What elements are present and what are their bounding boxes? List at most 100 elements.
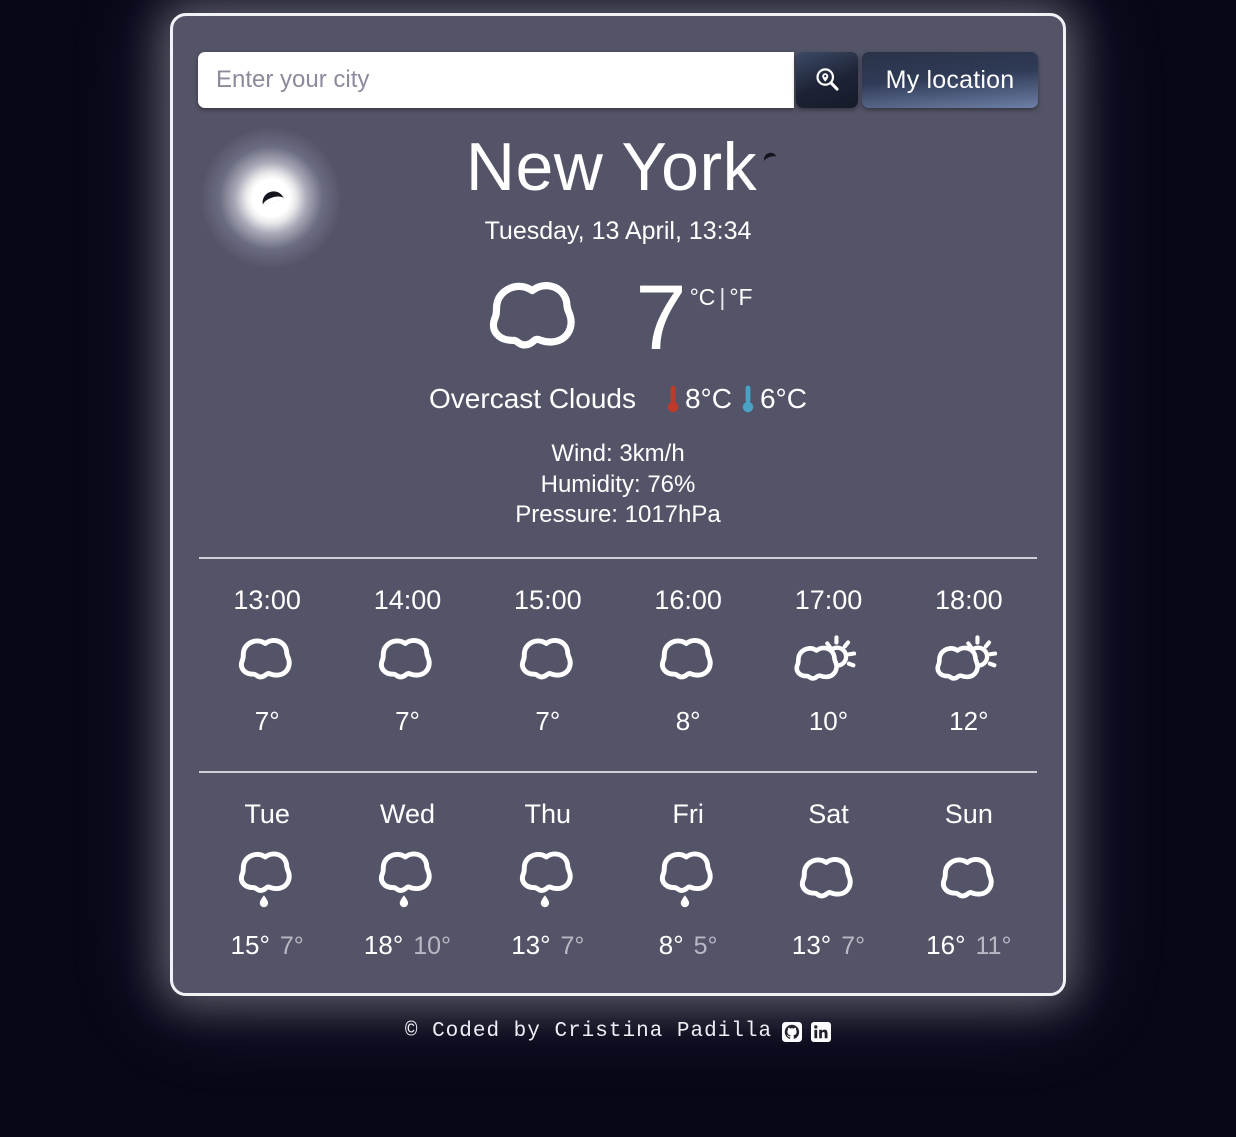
daily-temps: 13° 7° bbox=[511, 930, 584, 961]
hourly-temp: 8° bbox=[675, 706, 701, 737]
hourly-temp: 7° bbox=[535, 706, 561, 737]
hourly-time: 13:00 bbox=[233, 585, 301, 616]
my-location-button[interactable]: My location bbox=[862, 52, 1038, 108]
daily-day: Thu bbox=[524, 799, 572, 830]
daily-max: 13° bbox=[511, 930, 551, 961]
sun-behind-cloud-icon bbox=[934, 630, 1004, 692]
social-links bbox=[782, 1021, 832, 1042]
daily-item: Sat 13° 7° bbox=[758, 799, 898, 961]
thermometer-cold-icon bbox=[741, 384, 755, 414]
humidity-value: Humidity: 76% bbox=[540, 470, 696, 498]
hourly-time: 16:00 bbox=[654, 585, 722, 616]
footer-credit: © Coded by Cristina Padilla bbox=[404, 1020, 773, 1044]
daily-temps: 8° 5° bbox=[659, 930, 718, 961]
daily-min: 7° bbox=[560, 932, 585, 961]
temp-min-group: 6°C bbox=[741, 383, 807, 415]
cloud-icon bbox=[656, 630, 720, 692]
hourly-item: 14:00 7° bbox=[337, 585, 477, 737]
hourly-item: 16:00 8° bbox=[618, 585, 758, 737]
daily-day: Sat bbox=[808, 799, 849, 830]
daily-max: 15° bbox=[230, 930, 270, 961]
rain-cloud-icon bbox=[235, 844, 299, 916]
city-name: New York bbox=[197, 129, 1039, 205]
wind-value: Wind: 3km/h bbox=[551, 440, 685, 468]
city-accent-mark bbox=[762, 150, 777, 163]
temp-max-value: 8°C bbox=[684, 383, 732, 415]
daily-temps: 13° 7° bbox=[792, 930, 865, 961]
cloud-icon bbox=[796, 844, 860, 916]
daily-temps: 15° 7° bbox=[231, 930, 304, 961]
hourly-item: 17:00 10° bbox=[758, 585, 898, 737]
cloud-icon bbox=[235, 630, 299, 692]
daily-min: 7° bbox=[841, 932, 866, 961]
current-date: Tuesday, 13 April, 13:34 bbox=[484, 217, 752, 246]
divider-hourly bbox=[199, 557, 1037, 560]
daily-item: Tue 15° 7° bbox=[197, 799, 337, 961]
hourly-time: 14:00 bbox=[373, 585, 442, 616]
daily-min: 11° bbox=[975, 932, 1012, 961]
daily-item: Sun 16° 11° bbox=[899, 799, 1039, 961]
weather-card: My location New York Tuesday, 13 April, … bbox=[170, 13, 1066, 997]
daily-temps: 16° 11° bbox=[926, 930, 1011, 961]
daily-day: Sun bbox=[944, 799, 993, 830]
linkedin-icon bbox=[811, 1021, 832, 1042]
sun-behind-cloud-icon bbox=[793, 630, 863, 692]
hourly-temp: 12° bbox=[949, 706, 989, 737]
weather-app: My location New York Tuesday, 13 April, … bbox=[0, 0, 1236, 1137]
daily-max: 16° bbox=[926, 930, 966, 961]
divider-daily bbox=[199, 771, 1037, 774]
temp-min-value: 6°C bbox=[759, 383, 807, 415]
daily-day: Fri bbox=[672, 799, 704, 830]
temp-range: 8°C 6°C bbox=[666, 383, 807, 415]
hourly-item: 15:00 7° bbox=[478, 585, 618, 737]
hourly-temp: 7° bbox=[254, 706, 280, 737]
rain-cloud-icon bbox=[375, 844, 439, 916]
cloud-icon bbox=[937, 844, 1001, 916]
daily-max: 8° bbox=[658, 930, 684, 961]
celsius-link[interactable]: °C bbox=[690, 284, 716, 310]
hourly-temp: 10° bbox=[808, 706, 849, 737]
cloud-icon bbox=[375, 630, 439, 692]
daily-max: 18° bbox=[363, 930, 404, 961]
search-location-icon bbox=[813, 66, 841, 94]
pressure-value: Pressure: 1017hPa bbox=[515, 501, 721, 529]
daily-day: Wed bbox=[379, 799, 435, 830]
temperature-value: 7 bbox=[635, 267, 687, 370]
linkedin-link[interactable] bbox=[811, 1021, 832, 1042]
condition-summary: Overcast Clouds 8°C 6°C bbox=[197, 383, 1039, 415]
weather-description: Overcast Clouds bbox=[429, 383, 636, 415]
weather-details: Wind: 3km/h Humidity: 76% Pressure: 1017… bbox=[197, 439, 1039, 531]
hourly-time: 15:00 bbox=[514, 585, 582, 616]
hourly-time: 17:00 bbox=[794, 585, 863, 616]
github-icon bbox=[782, 1021, 803, 1042]
daily-temps: 18° 10° bbox=[364, 930, 451, 961]
city-name-text: New York bbox=[465, 129, 758, 205]
cloud-icon bbox=[483, 281, 587, 350]
current-conditions: 7 °C | °F bbox=[197, 267, 1039, 370]
daily-min: 5° bbox=[693, 932, 718, 961]
unit-separator: | bbox=[719, 284, 726, 311]
footer: © Coded by Cristina Padilla bbox=[404, 1020, 832, 1044]
hourly-temp: 7° bbox=[395, 706, 420, 737]
search-bar: My location bbox=[198, 52, 1038, 108]
hourly-item: 18:00 12° bbox=[899, 585, 1039, 737]
hourly-time: 18:00 bbox=[935, 585, 1003, 616]
thermometer-hot-icon bbox=[666, 384, 680, 414]
search-input[interactable] bbox=[198, 52, 794, 108]
unit-toggle: °C | °F bbox=[690, 284, 753, 311]
daily-item: Wed 18° 10° bbox=[337, 799, 477, 961]
rain-cloud-icon bbox=[656, 844, 720, 916]
hourly-forecast: 13:00 7° 14:00 7° 15:00 7° 16:00 8° 17:0… bbox=[197, 585, 1039, 745]
temp-max-group: 8°C bbox=[666, 383, 732, 415]
rain-cloud-icon bbox=[516, 844, 580, 916]
current-temperature: 7 °C | °F bbox=[635, 267, 753, 370]
search-button[interactable] bbox=[796, 52, 858, 108]
github-link[interactable] bbox=[782, 1021, 803, 1042]
fahrenheit-link[interactable]: °F bbox=[729, 284, 752, 310]
hourly-item: 13:00 7° bbox=[197, 585, 337, 737]
daily-forecast: Tue 15° 7° Wed 18° 10° Thu 13° 7° Fri 8°… bbox=[197, 799, 1039, 965]
daily-item: Thu 13° 7° bbox=[478, 799, 618, 961]
daily-item: Fri 8° 5° bbox=[618, 799, 758, 961]
daily-min: 7° bbox=[279, 932, 304, 961]
daily-max: 13° bbox=[791, 930, 832, 961]
